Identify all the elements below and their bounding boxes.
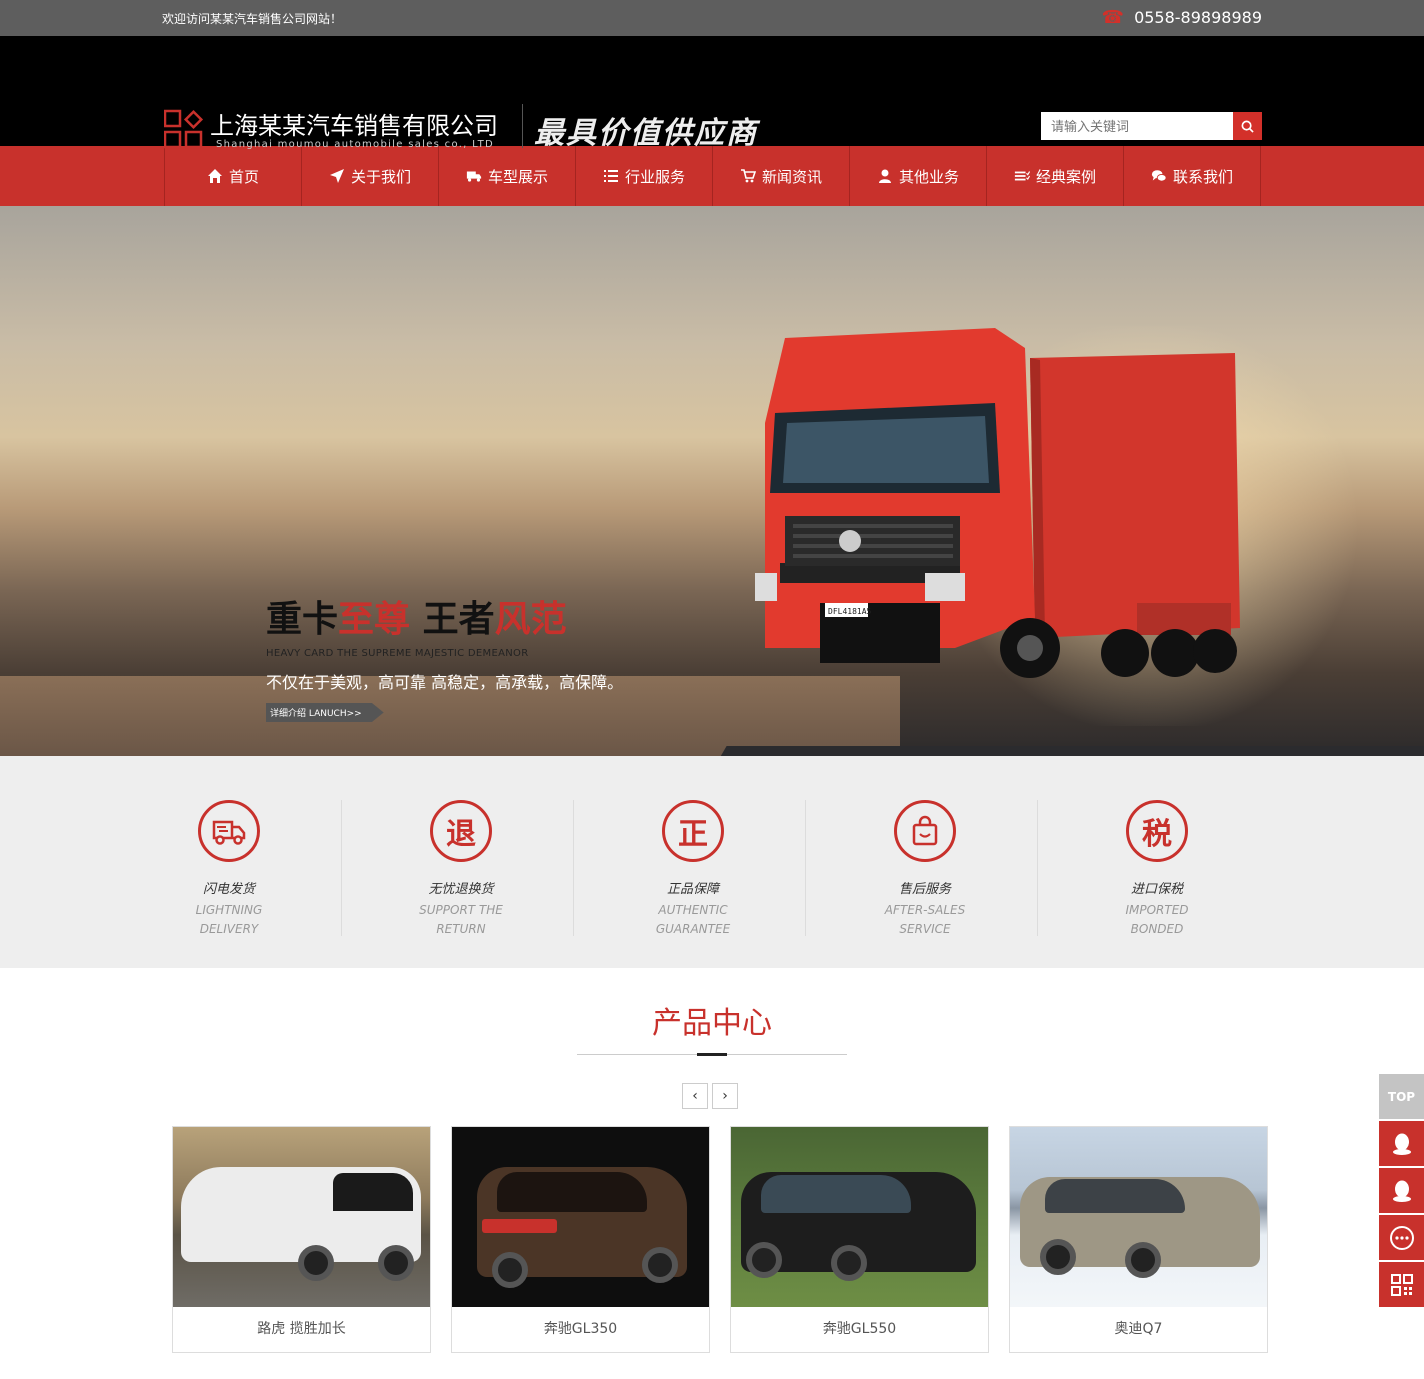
hero-banner[interactable]: DFL4181A5 重卡至尊 王者风范 HEAVY CARD THE SUPRE… (0, 206, 1424, 756)
nav-item-about[interactable]: 关于我们 (302, 146, 439, 206)
qrcode-icon (1390, 1273, 1413, 1296)
feature-separator (573, 800, 574, 936)
logo-mark-icon (164, 109, 204, 149)
search-box (1041, 112, 1262, 140)
site-header: 上海某某汽车销售有限公司 Shanghai moumou automobile … (0, 36, 1424, 151)
chat-icon (1151, 170, 1167, 182)
product-image[interactable] (173, 1127, 430, 1307)
next-arrow-button[interactable]: › (712, 1083, 738, 1109)
prev-arrow-button[interactable]: ‹ (682, 1083, 708, 1109)
qq-penguin-icon (1392, 1180, 1411, 1202)
truck-icon (466, 171, 482, 182)
slogan: 最具价值供应商 (534, 116, 758, 151)
header-divider (522, 104, 523, 148)
product-card[interactable]: 奥迪Q7 (1009, 1126, 1268, 1353)
nav-item-business[interactable]: 其他业务 (850, 146, 987, 206)
product-card[interactable]: 路虎 揽胜加长 (172, 1126, 431, 1353)
feature-separator (1037, 800, 1038, 936)
user-icon (878, 169, 891, 183)
return-icon: 退 (430, 800, 492, 862)
phone-number: 0558-89898989 (1134, 8, 1262, 27)
feature-separator (805, 800, 806, 936)
qrcode-button[interactable] (1379, 1262, 1424, 1307)
qq-chat-button[interactable] (1379, 1121, 1424, 1166)
feature-strip: 闪电发货 LIGHTNING DELIVERY 退 无忧退换货 SUPPORT T… (0, 756, 1424, 968)
search-input[interactable] (1041, 112, 1233, 140)
product-image[interactable] (452, 1127, 709, 1307)
company-name-cn: 上海某某汽车销售有限公司 (210, 112, 498, 140)
product-name: 奔驰GL550 (822, 1321, 897, 1337)
nav-item-home[interactable]: 首页 (165, 146, 302, 206)
product-name: 奔驰GL350 (543, 1321, 618, 1337)
list-icon (603, 170, 618, 182)
product-image[interactable] (1010, 1127, 1267, 1307)
carousel-controls: ‹ › (682, 1083, 738, 1109)
nav-item-models[interactable]: 车型展示 (439, 146, 576, 206)
delivery-truck-icon (198, 800, 260, 862)
phone-icon: ☎ (1101, 7, 1125, 28)
cart-icon (740, 169, 756, 183)
send-icon (329, 169, 344, 183)
title-underline (577, 1053, 847, 1056)
feature-item: 退 无忧退换货 SUPPORT THE RETURN (345, 800, 577, 939)
product-name: 路虎 揽胜加长 (257, 1321, 346, 1337)
section-title: 产品中心 (652, 1006, 772, 1041)
banner-subtitle: HEAVY CARD THE SUPREME MAJESTIC DEMEANOR (266, 648, 529, 659)
product-section: 产品中心 ‹ › 路虎 揽胜加长 奔驰GL350 奔驰GL550 奥迪Q7 (0, 968, 1424, 1378)
truck-illustration: DFL4181A5 (755, 328, 1240, 678)
banner-title: 重卡至尊 王者风范 (266, 599, 567, 640)
feature-item: 售后服务 AFTER-SALES SERVICE (809, 800, 1041, 939)
tax-icon: 税 (1126, 800, 1188, 862)
banner-more-button[interactable]: 详细介绍 LANUCH>> (266, 703, 384, 722)
genuine-icon: 正 (662, 800, 724, 862)
product-image[interactable] (731, 1127, 988, 1307)
svg-text:DFL4181A5: DFL4181A5 (828, 607, 872, 616)
feature-item: 正 正品保障 AUTHENTIC GUARANTEE (577, 800, 809, 939)
main-nav: 首页 关于我们 车型展示 行业服务 新闻资讯 其他业务 经典案例 联系我们 (0, 146, 1424, 206)
list-check-icon (1014, 171, 1030, 181)
home-icon (207, 169, 222, 183)
search-button[interactable] (1233, 112, 1262, 140)
top-bar: 欢迎访问某某汽车销售公司网站！ ☎ 0558-89898989 (0, 0, 1424, 36)
nav-item-cases[interactable]: 经典案例 (987, 146, 1124, 206)
nav-item-services[interactable]: 行业服务 (576, 146, 713, 206)
floating-sidebar: TOP (1379, 1074, 1424, 1309)
nav-item-contact[interactable]: 联系我们 (1124, 146, 1261, 206)
product-name: 奥迪Q7 (1114, 1321, 1163, 1337)
banner-description: 不仅在于美观，高可靠 高稳定，高承载，高保障。 (266, 673, 624, 692)
product-card[interactable]: 奔驰GL550 (730, 1126, 989, 1353)
feature-item: 闪电发货 LIGHTNING DELIVERY (113, 800, 345, 939)
product-card[interactable]: 奔驰GL350 (451, 1126, 710, 1353)
search-icon (1241, 120, 1254, 133)
qq-chat-button[interactable] (1379, 1168, 1424, 1213)
welcome-text: 欢迎访问某某汽车销售公司网站！ (162, 12, 343, 26)
feature-separator (341, 800, 342, 936)
more-chat-icon (1389, 1225, 1414, 1250)
feature-item: 税 进口保税 IMPORTED BONDED (1041, 800, 1273, 939)
nav-item-news[interactable]: 新闻资讯 (713, 146, 850, 206)
back-to-top-button[interactable]: TOP (1379, 1074, 1424, 1119)
shopping-bag-icon (894, 800, 956, 862)
qq-penguin-icon (1392, 1133, 1411, 1155)
company-name-en: Shanghai moumou automobile sales co., LT… (216, 139, 495, 150)
banner-caption: 重卡至尊 王者风范 HEAVY CARD THE SUPREME MAJESTI… (266, 590, 623, 722)
message-button[interactable] (1379, 1215, 1424, 1260)
phone-contact: ☎ 0558-89898989 (1102, 7, 1262, 28)
